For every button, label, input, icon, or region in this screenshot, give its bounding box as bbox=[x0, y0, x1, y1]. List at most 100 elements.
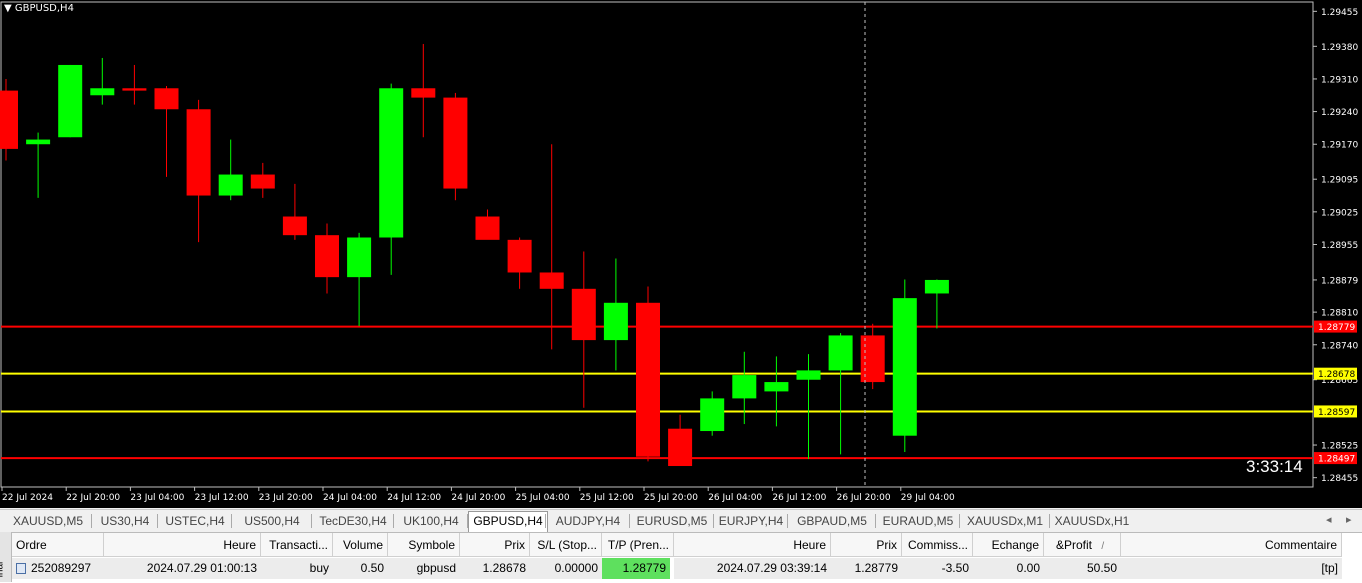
chart-symbol-title: ▼ GBPUSD,H4 bbox=[4, 3, 74, 14]
level-price-label: 1.28597 bbox=[1318, 408, 1355, 418]
chart-tab[interactable]: USTEC,H4 bbox=[158, 512, 232, 530]
candle-bear bbox=[0, 90, 18, 149]
col-profit-label: &Profit bbox=[1056, 538, 1093, 552]
col-close-time[interactable]: Heure bbox=[674, 533, 831, 557]
candle-bear bbox=[186, 109, 211, 196]
price-label: 1.28455 bbox=[1321, 474, 1358, 484]
col-profit[interactable]: &Profit / bbox=[1044, 533, 1121, 557]
chart-tab[interactable]: XAUUSDx,M1 bbox=[960, 512, 1050, 530]
candle-bull bbox=[764, 382, 789, 392]
chart-tab[interactable]: TecDE30,H4 bbox=[312, 512, 394, 530]
candle-bull bbox=[924, 279, 949, 294]
time-label: 23 Jul 12:00 bbox=[195, 493, 249, 503]
col-swap[interactable]: Echange bbox=[973, 533, 1044, 557]
price-label: 1.28810 bbox=[1321, 309, 1358, 319]
price-label: 1.29380 bbox=[1321, 43, 1358, 53]
candle-bear bbox=[250, 174, 275, 189]
bar-countdown: 3:33:14 bbox=[1246, 457, 1303, 476]
col-symbol[interactable]: Symbole bbox=[388, 533, 460, 557]
row-order[interactable]: 252089297 bbox=[12, 558, 104, 579]
terminal-side-label[interactable]: inal bbox=[0, 532, 12, 582]
chart-tab[interactable]: EURAUD,M5 bbox=[876, 512, 960, 530]
row-tp: 1.28779 bbox=[602, 558, 670, 579]
col-open-time[interactable]: Heure bbox=[104, 533, 261, 557]
candle-bull bbox=[828, 335, 853, 371]
symbol-title-text: GBPUSD,H4 bbox=[14, 3, 74, 14]
candle-bull bbox=[700, 398, 725, 432]
candle-bear bbox=[315, 235, 339, 278]
level-price-label: 1.28497 bbox=[1318, 455, 1355, 465]
time-label: 29 Jul 04:00 bbox=[901, 493, 955, 503]
sort-indicator: / bbox=[1101, 541, 1105, 552]
price-chart[interactable]: 1.29455 1.29380 1.29310 1.29240 1.29170 1.290… bbox=[0, 0, 1362, 508]
order-number: 252089297 bbox=[31, 561, 92, 575]
price-label: 1.29455 bbox=[1321, 8, 1358, 18]
col-commission[interactable]: Commiss... bbox=[902, 533, 973, 557]
candle-bear bbox=[571, 288, 596, 341]
tab-scroll-right-icon[interactable]: ▸ bbox=[1346, 513, 1352, 526]
row-type: buy bbox=[261, 558, 333, 579]
chart-area[interactable]: 1.29455 1.29380 1.29310 1.29240 1.29170 1.290… bbox=[0, 0, 1362, 508]
row-profit: 50.50 bbox=[1044, 558, 1121, 579]
candle-bear bbox=[122, 88, 147, 91]
chart-tab[interactable]: GBPUSD,H4 bbox=[468, 511, 548, 532]
col-type[interactable]: Transacti... bbox=[261, 533, 333, 557]
time-label: 25 Jul 04:00 bbox=[516, 493, 570, 503]
col-order[interactable]: Ordre bbox=[12, 533, 104, 557]
candle-bear bbox=[475, 216, 500, 240]
price-label: 1.29170 bbox=[1321, 141, 1358, 151]
chart-tab[interactable]: XAUUSDx,H1 bbox=[1050, 512, 1134, 530]
price-label: 1.29095 bbox=[1321, 176, 1358, 186]
candle-bull bbox=[90, 88, 115, 96]
candle-bull bbox=[218, 174, 243, 196]
price-label: 1.29240 bbox=[1321, 108, 1358, 118]
price-label: 1.28879 bbox=[1321, 276, 1358, 286]
row-sl: 0.00000 bbox=[530, 558, 602, 579]
candle-bear bbox=[411, 88, 436, 98]
chart-tab[interactable]: GBPAUD,M5 bbox=[788, 512, 876, 530]
candle-bull bbox=[58, 64, 83, 138]
time-label: 24 Jul 20:00 bbox=[451, 493, 505, 503]
level-price-label: 1.28678 bbox=[1318, 370, 1355, 380]
candle-bear bbox=[443, 97, 468, 189]
candle-bear bbox=[507, 239, 532, 273]
price-label: 1.28740 bbox=[1321, 341, 1358, 351]
chart-tab-bar: XAUUSD,M5 US30,H4 USTEC,H4 US500,H4 TecDE30,… bbox=[0, 509, 1362, 532]
chart-tab[interactable]: UK100,H4 bbox=[394, 512, 468, 530]
chart-tab[interactable]: EURJPY,H4 bbox=[714, 512, 788, 530]
time-label: 26 Jul 04:00 bbox=[708, 493, 762, 503]
order-icon bbox=[16, 563, 26, 575]
col-price[interactable]: Prix bbox=[460, 533, 530, 557]
candle-bull bbox=[796, 370, 821, 380]
price-label: 1.29310 bbox=[1321, 75, 1358, 85]
chart-tab[interactable]: AUDJPY,H4 bbox=[546, 512, 630, 530]
candle-bull bbox=[892, 298, 917, 436]
candle-bear bbox=[282, 216, 307, 236]
row-close-time: 2024.07.29 03:39:14 bbox=[674, 558, 831, 579]
candle-bear bbox=[668, 428, 693, 467]
row-swap: 0.00 bbox=[973, 558, 1044, 579]
col-sl[interactable]: S/L (Stop... bbox=[530, 533, 602, 557]
chart-tab[interactable]: US30,H4 bbox=[92, 512, 158, 530]
row-open-time: 2024.07.29 01:00:13 bbox=[104, 558, 261, 579]
level-price-label: 1.28779 bbox=[1318, 323, 1355, 333]
row-volume: 0.50 bbox=[333, 558, 388, 579]
row-comment: [tp] bbox=[1121, 558, 1342, 579]
time-label: 24 Jul 04:00 bbox=[323, 493, 377, 503]
chart-tab[interactable]: EURUSD,M5 bbox=[630, 512, 714, 530]
candle-bull bbox=[347, 237, 372, 278]
time-label: 26 Jul 12:00 bbox=[772, 493, 826, 503]
row-symbol: gbpusd bbox=[388, 558, 460, 579]
chart-tab[interactable]: US500,H4 bbox=[232, 512, 312, 530]
col-volume[interactable]: Volume bbox=[333, 533, 388, 557]
col-tp[interactable]: T/P (Pren... bbox=[602, 533, 674, 557]
tab-scroll-left-icon[interactable]: ◂ bbox=[1326, 513, 1332, 526]
chart-tab[interactable]: XAUUSD,M5 bbox=[4, 512, 92, 530]
time-label: 23 Jul 20:00 bbox=[259, 493, 313, 503]
price-label: 1.29025 bbox=[1321, 208, 1358, 218]
candle-bull bbox=[603, 302, 628, 341]
time-label: 25 Jul 12:00 bbox=[580, 493, 634, 503]
col-close-price[interactable]: Prix bbox=[831, 533, 902, 557]
col-comment[interactable]: Commentaire bbox=[1121, 533, 1342, 557]
row-price: 1.28678 bbox=[460, 558, 530, 579]
